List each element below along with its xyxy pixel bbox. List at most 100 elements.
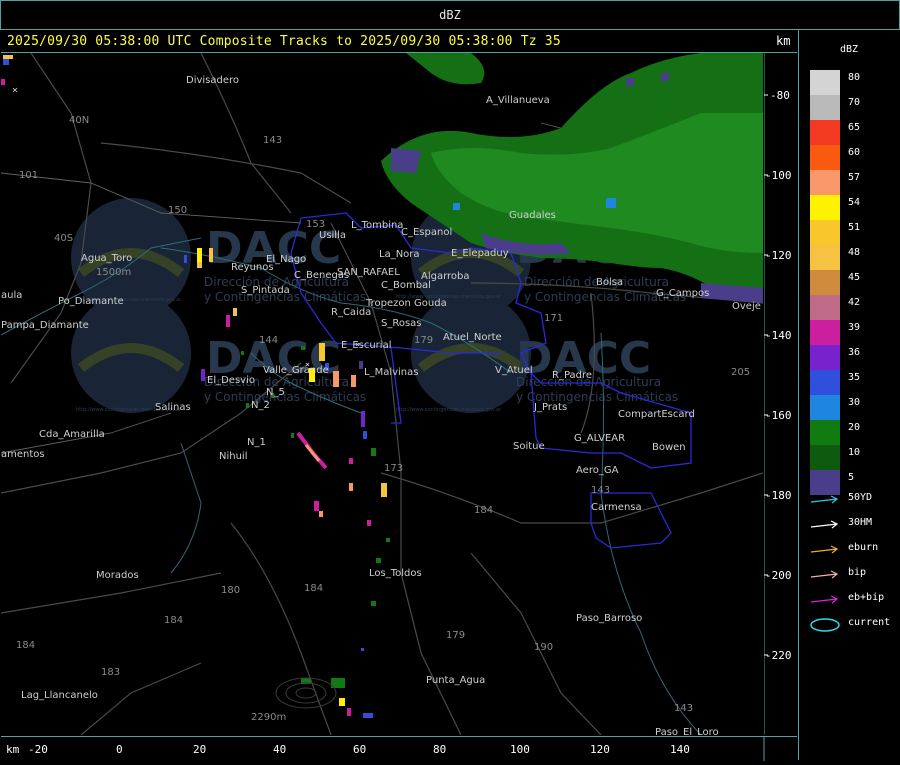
radar-map[interactable]: DACC DACC DACC DACC Dirección de Agricul… [1, 53, 763, 735]
place-label: G_ALVEAR [574, 433, 625, 444]
place-label: Atuel_Norte [443, 332, 502, 343]
place-label: Aero_GA [576, 465, 619, 476]
place-label: Bolsa [596, 277, 623, 288]
route-number: 184 [16, 640, 35, 651]
place-label: Usilla [319, 230, 346, 241]
place-label: N_1 [247, 437, 266, 448]
y-tick-label: -80 [770, 89, 790, 102]
watermark-line2-c: y Contingencias Climáticas [204, 390, 366, 404]
dbz-swatch [810, 370, 840, 395]
route-number: 173 [384, 463, 403, 474]
track-label: 30HM [848, 517, 873, 528]
place-label: La_Nora [379, 249, 420, 260]
elevation-label: 2290m [251, 712, 286, 723]
route-number: 40S [54, 233, 73, 244]
route-number: 184 [304, 583, 323, 594]
composite-tracks-info: 2025/09/30 05:38:00 UTC Composite Tracks… [7, 34, 561, 49]
dbz-value-label: 35 [848, 372, 861, 383]
route-number: 184 [164, 615, 183, 626]
place-label: G_Campos [656, 288, 709, 299]
dbz-swatch [810, 170, 840, 195]
place-label: Punta_Agua [426, 675, 485, 686]
place-label: Cda_Amarilla [39, 429, 105, 440]
dbz-value-label: 39 [848, 322, 861, 333]
dbz-value-label: 65 [848, 122, 861, 133]
track-legend-item: 50YD [809, 492, 899, 506]
track-legend-item: eb+bip [809, 592, 899, 606]
y-axis: -80 -100 -120 -140 -160 -180 -200 -220 [763, 53, 797, 735]
x-axis-unit-label: km [6, 743, 20, 756]
route-number: 190 [534, 642, 553, 653]
x-tick-label: 60 [353, 743, 366, 756]
y-tick-label: -200 [765, 569, 792, 582]
dbz-value-label: 54 [848, 197, 861, 208]
legend-title: dBZ [839, 44, 859, 55]
window-header: dBZ [0, 0, 900, 30]
dbz-value-label: 57 [848, 172, 861, 183]
track-legend-item: bip [809, 567, 899, 581]
x-tick-label: 100 [510, 743, 530, 756]
place-label: E_Escurial [341, 340, 391, 351]
place-label: amentos [1, 449, 45, 460]
x-tick-label: 80 [433, 743, 446, 756]
place-label: Lag_Llancanelo [21, 690, 98, 701]
route-number: 179 [414, 335, 433, 346]
place-label: Guadales [509, 210, 556, 221]
dbz-value-label: 20 [848, 422, 861, 433]
track-label: 50YD [848, 492, 873, 503]
track-arrow-icon [810, 520, 839, 529]
y-axis-unit-label: km [776, 34, 791, 48]
dbz-value-label: 60 [848, 147, 861, 158]
place-label: E_Elepaduy [451, 248, 509, 259]
y-tick-label: -160 [765, 409, 792, 422]
route-number: 143 [591, 485, 610, 496]
place-label: Bowen [652, 442, 686, 453]
dbz-value-label: 70 [848, 97, 861, 108]
dbz-swatch [810, 270, 840, 295]
dbz-swatch [810, 70, 840, 95]
place-label: Valle_Grande [263, 365, 329, 376]
place-label: CompartEscard [618, 409, 695, 420]
place-label: Pampa_Diamante [1, 320, 89, 331]
place-label: V_Atuel [495, 365, 533, 376]
track-legend-item: 30HM [809, 517, 899, 531]
place-label: L_Malvinas [364, 367, 418, 378]
route-number: 171 [544, 313, 563, 324]
place-label: El_Desvio [207, 375, 255, 386]
dbz-value-label: 5 [848, 472, 855, 483]
dbz-value-label: 51 [848, 222, 861, 233]
place-label: Soitue [513, 441, 545, 452]
current-ellipse-icon [810, 618, 840, 632]
track-label: current [848, 617, 891, 628]
radar-map-panel[interactable]: DACC DACC DACC DACC Dirección de Agricul… [1, 53, 763, 735]
place-label: El_Nago [266, 254, 306, 265]
legend-panel: dBZ 80 70 65 60 57 54 51 48 45 42 39 36 35 30 20 10 5 50… [798, 30, 900, 760]
route-number: 180 [221, 585, 240, 596]
place-label: Tropezon Gouda [365, 298, 447, 309]
place-label: Los_Toldos [369, 568, 422, 579]
dbz-swatch [810, 445, 840, 470]
place-label: S_Pintada [241, 285, 290, 296]
dbz-swatch [810, 145, 840, 170]
dbz-swatch [810, 120, 840, 145]
dbz-swatch [810, 345, 840, 370]
place-label: Oveje [732, 301, 761, 312]
route-number: 184 [474, 505, 493, 516]
dbz-value-label: 30 [848, 397, 861, 408]
track-arrow-icon [810, 570, 839, 579]
watermark-url-b: http://www.contingencias.mendoza.gov.ar [396, 407, 502, 413]
dbz-value-label: 10 [848, 447, 861, 458]
place-label: SAN_RAFAEL [337, 267, 400, 278]
track-arrow-icon [810, 495, 839, 504]
route-number: 205 [731, 367, 750, 378]
track-label: bip [848, 567, 867, 578]
track-legend-item: current [809, 617, 899, 632]
dbz-value-label: 36 [848, 347, 861, 358]
dbz-swatch [810, 195, 840, 220]
x-axis: km -20 0 20 40 60 80 100 120 140 [1, 736, 797, 761]
y-tick-label: -220 [765, 649, 792, 662]
place-label: Po_Diamante [58, 296, 124, 307]
route-number: 179 [446, 630, 465, 641]
route-number: 143 [674, 703, 693, 714]
place-label: S_Rosas [381, 318, 422, 329]
